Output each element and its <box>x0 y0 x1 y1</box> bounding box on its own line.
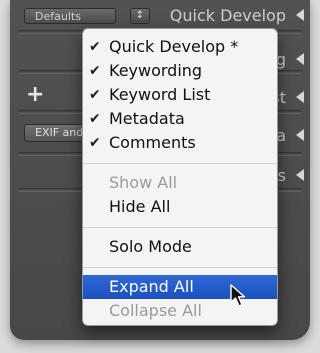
menu-item-label: Collapse All <box>109 301 202 320</box>
menu-separator <box>83 163 277 164</box>
checkmark-icon: ✔ <box>89 135 101 151</box>
mouse-cursor-icon <box>230 284 246 307</box>
menu-item-label: Hide All <box>109 197 171 216</box>
preset-stepper-icon[interactable]: ↕ <box>130 8 150 24</box>
menu-separator <box>83 267 277 268</box>
menu-item-label: Metadata <box>109 109 185 128</box>
menu-item-label: Solo Mode <box>109 237 192 256</box>
checkmark-icon: ✔ <box>89 111 101 127</box>
menu-item-label: Keyword List <box>109 85 211 104</box>
checkmark-icon: ✔ <box>89 63 101 79</box>
menu-item-label: Expand All <box>109 277 194 296</box>
menu-item-label: Show All <box>109 173 178 192</box>
collapse-arrow-icon[interactable] <box>296 91 304 103</box>
checkmark-icon: ✔ <box>89 39 101 55</box>
menu-item-comments[interactable]: ✔ Comments <box>83 131 277 155</box>
menu-item-metadata[interactable]: ✔ Metadata <box>83 107 277 131</box>
menu-item-keyword-list[interactable]: ✔ Keyword List <box>83 83 277 107</box>
menu-item-quick-develop[interactable]: ✔ Quick Develop * <box>83 35 277 59</box>
menu-item-label: Quick Develop * <box>109 37 239 56</box>
quick-develop-header[interactable]: Quick Develop <box>170 6 286 25</box>
menu-item-label: Keywording <box>109 61 203 80</box>
checkmark-icon: ✔ <box>89 87 101 103</box>
collapse-arrow-icon[interactable] <box>296 169 304 181</box>
menu-item-keywording[interactable]: ✔ Keywording <box>83 59 277 83</box>
menu-item-solo-mode[interactable]: Solo Mode <box>83 235 277 259</box>
menu-item-show-all[interactable]: Show All <box>83 171 277 195</box>
menu-item-label: Comments <box>109 133 196 152</box>
collapse-arrow-icon[interactable] <box>296 129 304 141</box>
collapse-arrow-icon[interactable] <box>296 9 304 21</box>
collapse-arrow-icon[interactable] <box>296 53 304 65</box>
menu-item-hide-all[interactable]: Hide All <box>83 195 277 219</box>
panel-context-menu: ✔ Quick Develop * ✔ Keywording ✔ Keyword… <box>82 28 278 326</box>
plus-icon[interactable]: + <box>26 82 44 107</box>
menu-separator <box>83 227 277 228</box>
preset-select[interactable]: Defaults <box>24 8 116 24</box>
